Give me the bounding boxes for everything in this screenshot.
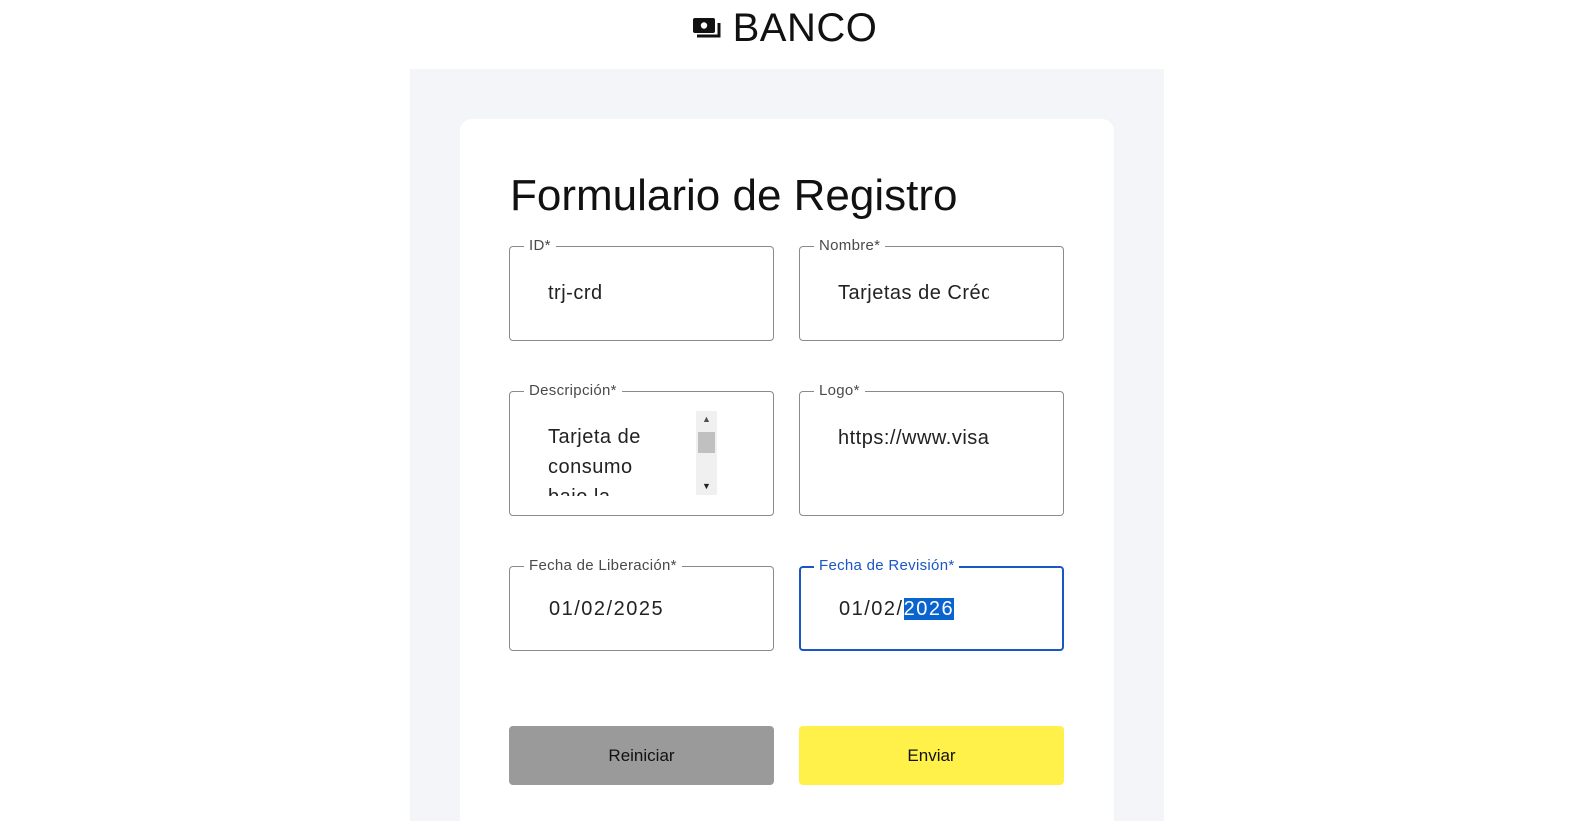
nombre-field[interactable]: Nombre* Tarjetas de Créd	[799, 237, 1064, 341]
brand: BANCO	[692, 6, 878, 51]
descripcion-label: Descripción*	[524, 382, 622, 400]
submit-button[interactable]: Enviar	[799, 726, 1064, 785]
fecha-liberacion-value: 01/02/2025	[549, 598, 665, 620]
id-value: trj-crd	[548, 282, 603, 304]
fecha-revision-year-selected[interactable]: 2026	[903, 598, 955, 620]
logo-field[interactable]: Logo* https://www.visa	[799, 382, 1064, 516]
nombre-label: Nombre*	[814, 237, 886, 255]
nombre-value: Tarjetas de Créd	[838, 282, 989, 304]
money-bills-icon	[692, 17, 723, 41]
descripcion-scrollbar[interactable]: ▲ ▼	[696, 411, 717, 495]
reset-button[interactable]: Reiniciar	[509, 726, 774, 785]
fecha-revision-field[interactable]: Fecha de Revisión* 01/02/2026	[799, 557, 1064, 651]
descripcion-value: Tarjeta de consumo bajo la	[548, 426, 641, 496]
fecha-liberacion-label: Fecha de Liberación*	[524, 557, 682, 575]
logo-value: https://www.visa	[838, 427, 989, 449]
brand-title: BANCO	[732, 6, 878, 50]
id-label: ID*	[524, 237, 556, 255]
main-panel: Formulario de Registro ID* trj-crd Nombr…	[410, 69, 1164, 839]
form-card: Formulario de Registro ID* trj-crd Nombr…	[460, 119, 1114, 839]
descripcion-field[interactable]: Descripción* Tarjeta de consumo bajo la …	[509, 382, 774, 516]
app-header: BANCO	[0, 0, 1570, 69]
scroll-thumb[interactable]	[698, 432, 715, 453]
fecha-liberacion-field[interactable]: Fecha de Liberación* 01/02/2025	[509, 557, 774, 651]
scroll-up-arrow-icon[interactable]: ▲	[696, 411, 717, 428]
scroll-down-arrow-icon[interactable]: ▼	[696, 478, 717, 495]
form-title: Formulario de Registro	[510, 171, 958, 220]
fecha-revision-label: Fecha de Revisión*	[814, 557, 960, 575]
fecha-revision-value: 01/02/2026	[839, 598, 955, 621]
id-field[interactable]: ID* trj-crd	[509, 237, 774, 341]
fecha-revision-day-month: 01/02/	[839, 598, 904, 620]
logo-label: Logo*	[814, 382, 865, 400]
